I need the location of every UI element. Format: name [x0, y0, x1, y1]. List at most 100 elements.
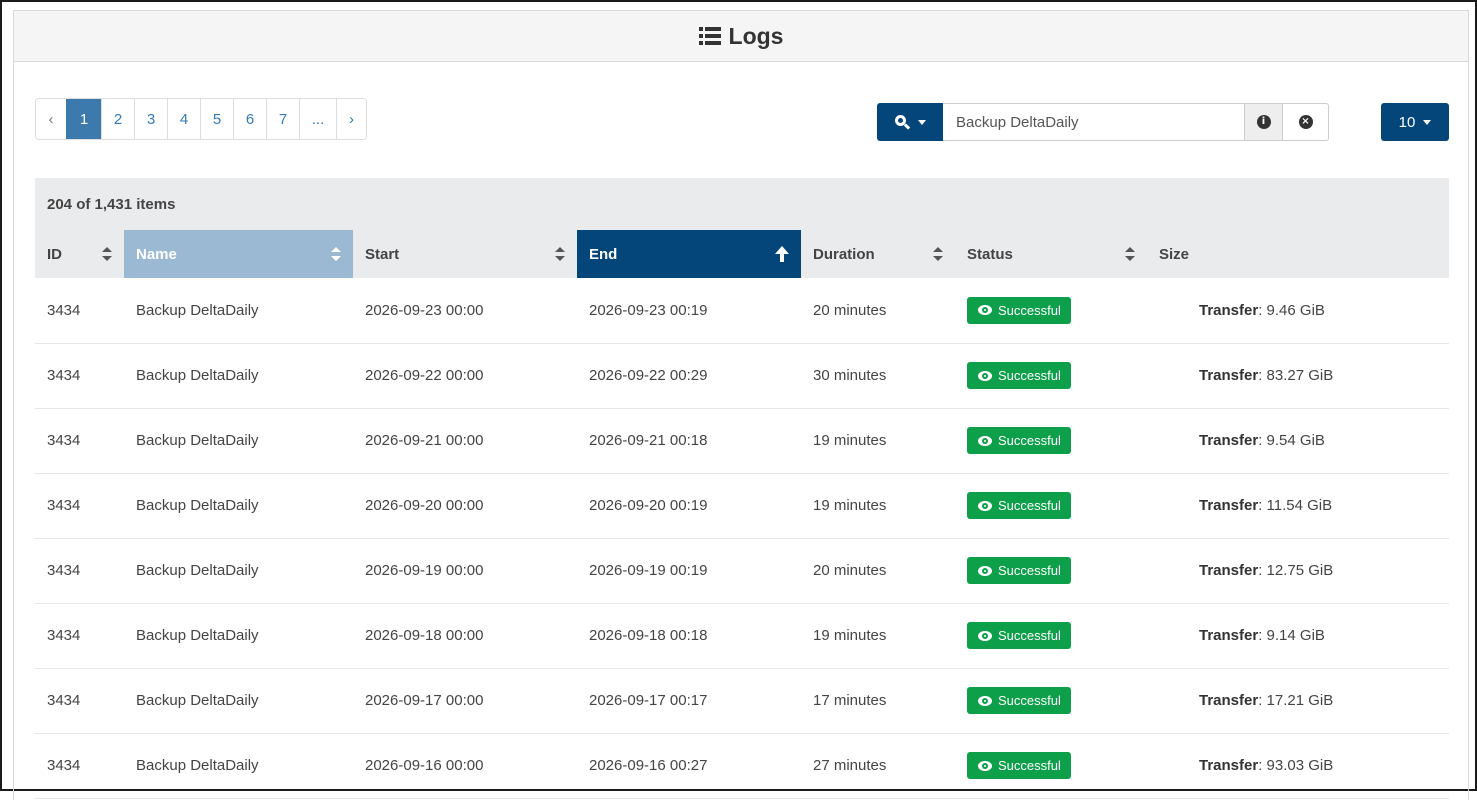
cell-end: 2026-09-21 00:18 [589, 432, 708, 449]
page-title-text: Logs [728, 22, 784, 49]
cell-end: 2026-09-18 00:18 [589, 627, 708, 644]
table-row[interactable]: 3434 Backup DeltaDaily 2026-09-21 00:00 202… [35, 408, 1449, 473]
status-badge[interactable]: Successful [967, 362, 1071, 389]
eye-icon [978, 760, 992, 771]
table-row[interactable]: 3434 Backup DeltaDaily 2026-09-19 00:00 202… [35, 538, 1449, 603]
chevron-down-icon [917, 119, 926, 125]
size-value: : 9.14 GiB [1258, 627, 1325, 644]
cell-status: Successful [955, 538, 1147, 603]
logs-table: ID Name Start End Duration Status Size 3… [35, 230, 1449, 799]
sort-icon [1125, 247, 1135, 261]
cell-end: 2026-09-17 00:17 [589, 692, 708, 709]
page-1[interactable]: 1 [66, 99, 101, 139]
page-2[interactable]: 2 [101, 99, 134, 139]
column-header-status[interactable]: Status [955, 230, 1147, 278]
cell-duration: 19 minutes [813, 432, 887, 449]
search-group: i × [877, 103, 1329, 141]
status-badge[interactable]: Successful [967, 296, 1071, 324]
cell-size: Transfer: 11.54 GiB [1147, 473, 1449, 538]
page-6[interactable]: 6 [233, 99, 266, 139]
status-badge-label: Successful [998, 498, 1061, 513]
cell-end: 2026-09-19 00:19 [589, 562, 708, 579]
size-value: : 93.03 GiB [1258, 757, 1334, 774]
status-badge[interactable]: Successful [967, 427, 1071, 454]
status-badge[interactable]: Successful [967, 752, 1071, 779]
size-value: : 11.54 GiB [1258, 497, 1333, 514]
size-label: Transfer [1199, 497, 1259, 514]
table-row[interactable]: 3434 Backup DeltaDaily 2026-09-22 00:00 202… [35, 343, 1449, 408]
eye-icon [978, 500, 992, 511]
sort-icon [555, 247, 565, 261]
page-5[interactable]: 5 [200, 99, 233, 139]
cell-status: Successful [955, 278, 1147, 343]
cell-status: Successful [955, 733, 1147, 798]
per-page-label: 10 [1398, 113, 1416, 131]
cell-size: Transfer: 83.27 GiB [1147, 343, 1449, 408]
table-row[interactable]: 3434 Backup DeltaDaily 2026-09-18 00:00 202… [35, 603, 1449, 668]
status-badge[interactable]: Successful [967, 492, 1071, 519]
cell-id: 3434 [47, 432, 81, 449]
cell-name: Backup DeltaDaily [136, 757, 259, 774]
search-filter-button[interactable] [877, 103, 943, 141]
size-label: Transfer [1199, 432, 1259, 449]
status-badge[interactable]: Successful [967, 687, 1071, 714]
cell-duration: 19 minutes [813, 497, 887, 514]
cell-status: Successful [955, 408, 1147, 473]
search-input[interactable] [943, 103, 1244, 141]
page-7[interactable]: 7 [266, 99, 299, 139]
table-row[interactable]: 3434 Backup DeltaDaily 2026-09-20 00:00 202… [35, 473, 1449, 538]
per-page-dropdown[interactable]: 10 [1381, 103, 1449, 141]
eye-icon [978, 305, 992, 316]
cell-duration: 19 minutes [813, 627, 887, 644]
search-info-button[interactable]: i [1244, 103, 1283, 141]
page-4[interactable]: 4 [167, 99, 200, 139]
pagination-next[interactable]: › [336, 99, 366, 139]
size-value: : 12.75 GiB [1258, 562, 1334, 579]
cell-start: 2026-09-19 00:00 [365, 562, 484, 579]
search-clear-button[interactable]: × [1283, 103, 1329, 141]
table-row[interactable]: 3434 Backup DeltaDaily 2026-09-17 00:00 202… [35, 668, 1449, 733]
cell-start: 2026-09-17 00:00 [365, 692, 484, 709]
size-label: Transfer [1199, 692, 1259, 709]
status-badge[interactable]: Successful [967, 557, 1071, 584]
eye-icon [978, 695, 992, 706]
page-title: Logs [698, 22, 784, 50]
status-badge[interactable]: Successful [967, 622, 1071, 649]
column-header-duration[interactable]: Duration [801, 230, 955, 278]
cell-end: 2026-09-20 00:19 [589, 497, 708, 514]
cell-size: Transfer: 9.54 GiB [1147, 408, 1449, 473]
cell-status: Successful [955, 603, 1147, 668]
table-row[interactable]: 3434 Backup DeltaDaily 2026-09-23 00:00 202… [35, 278, 1449, 343]
cell-size: Transfer: 17.21 GiB [1147, 668, 1449, 733]
column-header-name[interactable]: Name [124, 230, 353, 278]
cell-start: 2026-09-20 00:00 [365, 497, 484, 514]
column-header-size: Size [1159, 245, 1190, 263]
column-header-id[interactable]: ID [35, 230, 124, 278]
page-ellipsis[interactable]: ... [299, 99, 336, 139]
cell-id: 3434 [47, 497, 81, 514]
cell-id: 3434 [47, 562, 81, 579]
column-header-start[interactable]: Start [353, 230, 577, 278]
table-header-row: ID Name Start End Duration Status Size [35, 230, 1449, 278]
cell-duration: 30 minutes [813, 367, 887, 384]
cell-name: Backup DeltaDaily [136, 432, 259, 449]
column-header-end[interactable]: End [577, 230, 801, 278]
cell-status: Successful [955, 668, 1147, 733]
size-value: : 83.27 GiB [1258, 367, 1334, 384]
arrow-up-icon [775, 246, 789, 262]
logs-panel: Logs ‹ 1 2 3 4 5 6 7 ... › i [13, 10, 1469, 800]
cell-size: Transfer: 9.46 GiB [1147, 278, 1449, 343]
pagination-prev[interactable]: ‹ [36, 99, 66, 139]
info-icon: i [1256, 115, 1271, 129]
cell-status: Successful [955, 343, 1147, 408]
cell-size: Transfer: 12.75 GiB [1147, 538, 1449, 603]
status-badge-label: Successful [998, 563, 1061, 578]
cell-name: Backup DeltaDaily [136, 301, 259, 319]
cell-name: Backup DeltaDaily [136, 367, 259, 384]
size-label: Transfer [1199, 301, 1259, 319]
eye-icon [978, 370, 992, 381]
status-badge-label: Successful [998, 758, 1061, 773]
page-3[interactable]: 3 [134, 99, 167, 139]
table-row[interactable]: 3434 Backup DeltaDaily 2026-09-16 00:00 202… [35, 733, 1449, 798]
cell-duration: 27 minutes [813, 757, 887, 774]
